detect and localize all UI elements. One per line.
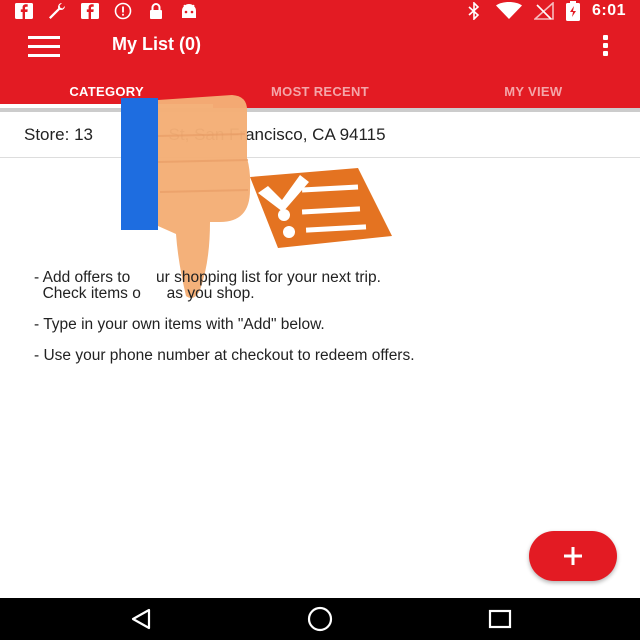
system-nav-bar — [0, 598, 640, 640]
instruction-phone-number: - Use your phone number at checkout to r… — [34, 347, 415, 364]
page-title: My List (0) — [112, 34, 202, 54]
checklist-icon — [250, 168, 392, 248]
battery-icon — [565, 1, 580, 21]
android-icon — [179, 2, 199, 20]
status-left-icons — [14, 2, 199, 20]
facebook-icon — [14, 2, 34, 20]
bluetooth-icon — [464, 2, 484, 20]
status-time: 6:01 — [591, 2, 626, 19]
tab-my-view[interactable]: MY VIEW — [427, 68, 640, 108]
alert-icon — [113, 2, 133, 20]
back-icon[interactable] — [126, 606, 156, 632]
recents-icon[interactable] — [485, 606, 515, 632]
add-item-button[interactable] — [529, 531, 617, 581]
instruction-type-items: - Type in your own items with "Add" belo… — [34, 316, 325, 333]
wifi-icon — [495, 2, 522, 20]
no-signal-icon — [533, 2, 554, 20]
wrench-icon — [47, 2, 67, 20]
status-bar: 6:01 — [0, 0, 640, 22]
status-right-icons: 6:01 — [464, 1, 626, 21]
home-icon[interactable] — [305, 606, 335, 632]
instructions: - Add offers to ur shopping list for you… — [34, 270, 624, 379]
instruction-add-offers: - Add offers to ur shopping list for you… — [34, 269, 381, 302]
tab-most-recent[interactable]: MOST RECENT — [213, 68, 426, 108]
facebook-icon — [80, 2, 100, 20]
app-bar: My List (0) — [0, 22, 640, 68]
hamburger-icon[interactable] — [28, 36, 60, 57]
store-row[interactable]: Store: 13 St, San Francisco, CA 94115 — [0, 112, 640, 158]
tab-category[interactable]: CATEGORY — [0, 68, 213, 108]
tab-bar: CATEGORY MOST RECENT MY VIEW — [0, 68, 640, 108]
plus-icon — [564, 547, 582, 565]
lock-icon — [146, 2, 166, 20]
store-address: Store: 13 St, San Francisco, CA 94115 — [24, 125, 386, 144]
more-vert-icon[interactable] — [600, 35, 610, 57]
